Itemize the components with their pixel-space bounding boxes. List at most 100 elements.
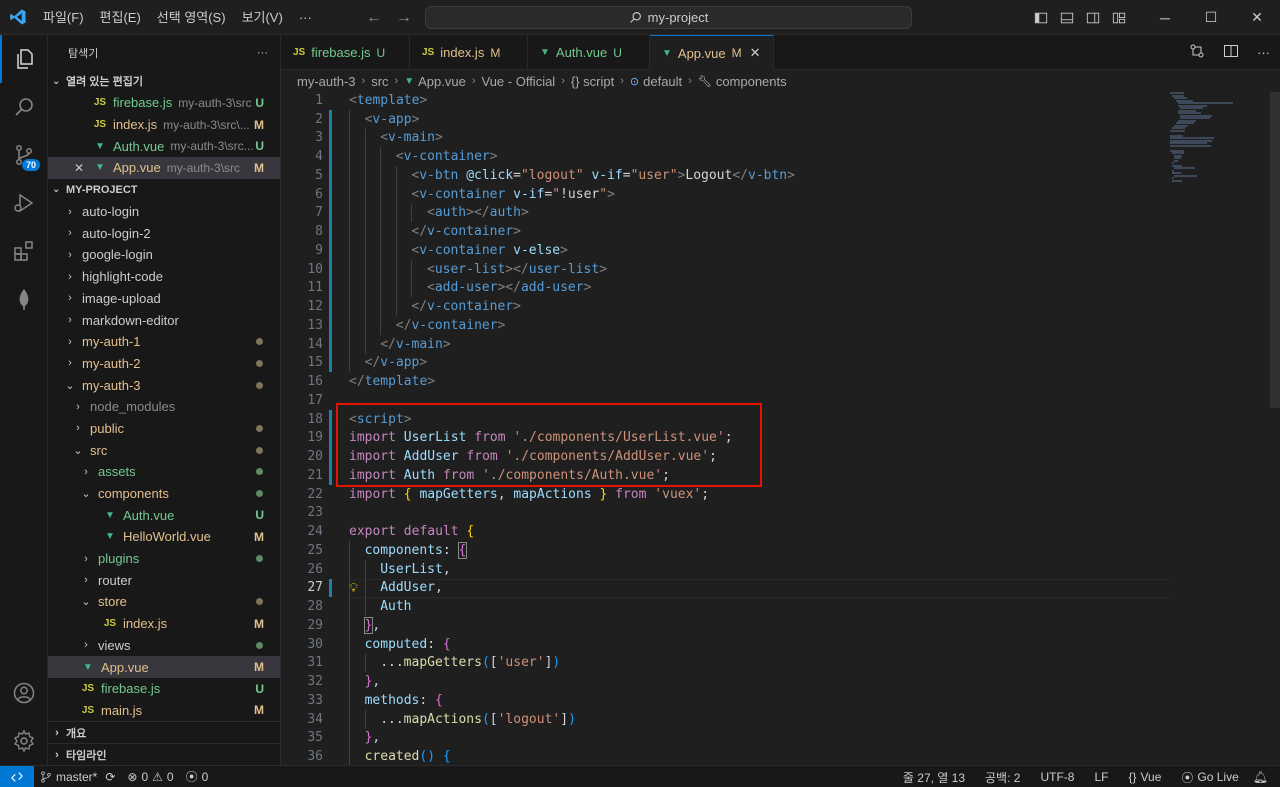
scrollbar-thumb[interactable]	[1270, 92, 1280, 408]
cursor-position[interactable]: 줄 27, 열 13	[893, 769, 975, 786]
gutter-modified-marker[interactable]	[329, 297, 332, 316]
code-line[interactable]: 11 <add-user></add-user>	[281, 278, 1181, 298]
source-control-icon[interactable]: 70	[0, 131, 48, 179]
code-line[interactable]: 28 Auth	[281, 597, 1181, 616]
tree-file[interactable]: ▼ Auth.vue U	[48, 504, 280, 526]
tree-file[interactable]: JS firebase.js U	[48, 678, 280, 700]
gutter-modified-marker[interactable]	[329, 278, 332, 298]
gutter-modified-marker[interactable]	[329, 241, 332, 260]
remote-indicator-icon[interactable]	[0, 765, 34, 787]
breadcrumb-item[interactable]: components	[716, 74, 787, 89]
code-line[interactable]: 3 <v-main>	[281, 128, 1181, 148]
go-live-button[interactable]: ⦿ Go Live	[1171, 769, 1248, 786]
code-line[interactable]: 2 <v-app>	[281, 109, 1181, 129]
maximize-icon[interactable]: ☐	[1188, 0, 1234, 35]
menu-file[interactable]: 파일(F)	[35, 0, 92, 35]
code-line[interactable]: 34 ...mapActions(['logout'])	[281, 710, 1181, 729]
menu-more[interactable]: ···	[291, 0, 320, 35]
gutter-modified-marker[interactable]	[329, 447, 332, 466]
toggle-secondary-sidebar-icon[interactable]	[1080, 0, 1106, 35]
code-line[interactable]: 33 methods: {	[281, 691, 1181, 710]
code-line[interactable]: 5 <v-btn @click="logout" v-if="user">Logo…	[281, 166, 1181, 185]
gutter-modified-marker[interactable]	[329, 203, 332, 223]
code-line[interactable]: 12 </v-container>	[281, 297, 1181, 316]
toggle-panel-icon[interactable]	[1054, 0, 1080, 35]
run-debug-icon[interactable]	[0, 179, 48, 227]
tree-file[interactable]: JS main.js M	[48, 700, 280, 722]
tree-folder-open[interactable]: ⌄ src	[48, 439, 280, 461]
tree-folder[interactable]: › public	[48, 418, 280, 440]
code-line[interactable]: 13 </v-container>	[281, 316, 1181, 335]
breadcrumb-item[interactable]: my-auth-3	[297, 74, 356, 89]
tree-folder-open[interactable]: ⌄ components	[48, 483, 280, 505]
customize-layout-icon[interactable]	[1106, 0, 1132, 35]
code-line[interactable]: 25 components: {	[281, 541, 1181, 560]
close-tab-icon[interactable]: ✕	[750, 45, 761, 61]
split-editor-icon[interactable]	[1223, 43, 1239, 62]
tree-folder[interactable]: › my-auth-1	[48, 331, 280, 353]
code-line[interactable]: 24 export default {	[281, 522, 1181, 541]
language-mode[interactable]: {} Vue	[1118, 770, 1171, 784]
code-line[interactable]: 32},	[281, 672, 1181, 691]
open-editor-item[interactable]: ▼ Auth.vue my-auth-3\src... U	[48, 135, 280, 157]
tree-folder[interactable]: › assets	[48, 461, 280, 483]
gutter-modified-marker[interactable]	[329, 109, 332, 129]
lightbulb-icon[interactable]: 💡︎	[349, 580, 358, 596]
menu-selection[interactable]: 선택 영역(S)	[149, 0, 234, 35]
tree-folder[interactable]: › image-upload	[48, 288, 280, 310]
tree-folder[interactable]: › auto-login-2	[48, 222, 280, 244]
gutter-modified-marker[interactable]	[329, 428, 332, 448]
tree-folder[interactable]: › markdown-editor	[48, 309, 280, 331]
sync-icon[interactable]: ⟳	[105, 770, 115, 784]
mongodb-leaf-icon[interactable]	[0, 275, 48, 323]
code-line[interactable]: 29},	[281, 616, 1181, 635]
code-line[interactable]: 6 <v-container v-if="!user">	[281, 184, 1181, 204]
settings-gear-icon[interactable]	[0, 717, 48, 765]
code-line[interactable]: 31 ...mapGetters(['user'])	[281, 654, 1181, 673]
toggle-primary-sidebar-icon[interactable]	[1028, 0, 1054, 35]
tree-folder[interactable]: › my-auth-2	[48, 353, 280, 375]
tree-folder-open[interactable]: ⌄ my-auth-3	[48, 374, 280, 396]
ports-indicator[interactable]: ⦿ 0	[180, 768, 215, 785]
tree-file-selected[interactable]: ▼ App.vue M	[48, 656, 280, 678]
tree-folder[interactable]: › google-login	[48, 244, 280, 266]
breadcrumb-item[interactable]: App.vue	[418, 74, 466, 89]
more-actions-icon[interactable]: ···	[1257, 45, 1270, 60]
code-line[interactable]: 15 </v-app>	[281, 353, 1181, 373]
gutter-modified-marker[interactable]	[329, 259, 332, 279]
encoding[interactable]: UTF-8	[1030, 770, 1084, 784]
code-line[interactable]: 16 </template>	[281, 372, 1181, 391]
project-section[interactable]: ⌄ MY-PROJECT	[48, 179, 280, 201]
tab-index-js[interactable]: JS index.js M	[410, 35, 528, 70]
breadcrumb-item[interactable]: default	[643, 74, 682, 89]
tree-file[interactable]: ▼ HelloWorld.vue M	[48, 526, 280, 548]
gutter-modified-marker[interactable]	[329, 128, 332, 148]
code-line[interactable]: 4 <v-container>	[281, 147, 1181, 166]
tab-app-vue[interactable]: ▼ App.vue M ✕	[650, 35, 774, 70]
tree-folder[interactable]: › views	[48, 635, 280, 657]
gutter-modified-marker[interactable]	[329, 184, 332, 204]
gutter-modified-marker[interactable]	[329, 409, 332, 429]
accounts-icon[interactable]	[0, 669, 48, 717]
extensions-icon[interactable]	[0, 227, 48, 275]
tree-folder[interactable]: › node_modules	[48, 396, 280, 418]
tab-auth-vue[interactable]: ▼ Auth.vue U	[528, 35, 650, 70]
tree-file[interactable]: JS index.js M	[48, 613, 280, 635]
notifications-bell-icon[interactable]: 🔔︎	[1249, 770, 1272, 784]
minimap[interactable]	[1170, 92, 1270, 182]
tree-folder[interactable]: › highlight-code	[48, 266, 280, 288]
open-changes-icon[interactable]	[1189, 43, 1205, 62]
tab-firebase-js[interactable]: JS firebase.js U	[281, 35, 410, 70]
gutter-modified-marker[interactable]	[329, 578, 332, 598]
open-editor-item-active[interactable]: ✕ ▼ App.vue my-auth-3\src M	[48, 157, 280, 179]
breadcrumb-item[interactable]: src	[371, 74, 388, 89]
gutter-modified-marker[interactable]	[329, 316, 332, 335]
back-arrow-icon[interactable]: ←	[366, 9, 382, 27]
tree-folder-open[interactable]: ⌄ store	[48, 591, 280, 613]
close-icon[interactable]: ✕	[1234, 0, 1280, 35]
code-line[interactable]: 35},	[281, 729, 1181, 748]
code-line[interactable]: 1 <template>	[281, 92, 1181, 110]
code-line[interactable]: 36 created() {	[281, 747, 1181, 765]
gutter-modified-marker[interactable]	[329, 466, 332, 485]
breadcrumb-item[interactable]: {} script	[571, 74, 614, 89]
